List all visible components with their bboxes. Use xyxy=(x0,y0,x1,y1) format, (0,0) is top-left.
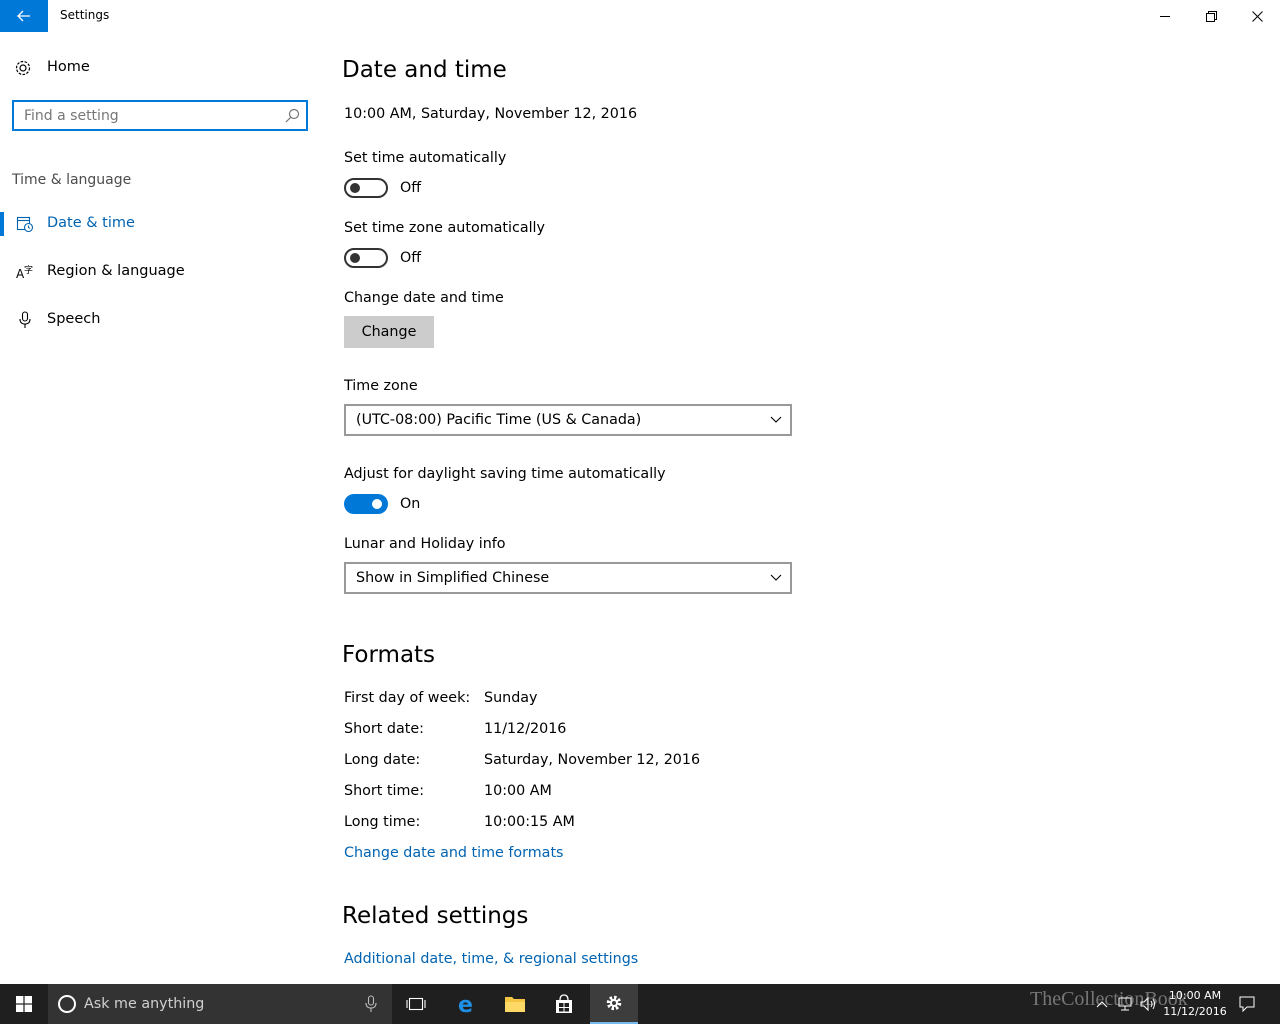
action-center-button[interactable] xyxy=(1234,984,1260,1024)
format-value: 10:00:15 AM xyxy=(484,814,575,830)
start-button[interactable] xyxy=(0,984,48,1024)
set-timezone-auto-state: Off xyxy=(400,250,422,266)
section-label: Time & language xyxy=(12,172,132,188)
settings-taskbar-button[interactable] xyxy=(590,984,638,1024)
toggle-knob xyxy=(350,253,360,263)
format-value: 10:00 AM xyxy=(484,783,552,799)
language-icon: A字 xyxy=(16,264,33,281)
chevron-down-icon xyxy=(770,416,782,423)
toggle-knob xyxy=(372,499,382,509)
clock-time: 10:00 AM xyxy=(1168,989,1222,1002)
cortana-icon xyxy=(58,995,76,1013)
time-zone-dropdown[interactable]: (UTC-08:00) Pacific Time (US & Canada) xyxy=(344,404,792,436)
search-input[interactable] xyxy=(24,107,274,125)
format-label: Long time: xyxy=(344,814,421,830)
clock-date: 11/12/2016 xyxy=(1163,1005,1227,1018)
network-button[interactable] xyxy=(1114,984,1136,1024)
sidebar: Home Time & language Date & time A字 Regi… xyxy=(0,32,320,984)
chevron-down-icon xyxy=(770,574,782,581)
volume-icon xyxy=(1140,997,1155,1011)
store-icon xyxy=(556,994,572,1013)
sidebar-item-label: Speech xyxy=(47,311,101,327)
format-value: Saturday, November 12, 2016 xyxy=(484,752,701,768)
app-title: Settings xyxy=(60,8,110,22)
sidebar-item-label: Date & time xyxy=(47,215,135,231)
set-timezone-auto-toggle[interactable] xyxy=(344,248,388,268)
set-time-auto-label: Set time automatically xyxy=(344,150,507,166)
close-button[interactable] xyxy=(1234,0,1280,32)
task-view-button[interactable] xyxy=(392,984,440,1024)
daylight-saving-state: On xyxy=(400,496,421,512)
gear-icon xyxy=(606,995,622,1011)
time-zone-label: Time zone xyxy=(344,378,418,394)
taskbar-clock[interactable]: 10:00 AM 11/12/2016 xyxy=(1160,988,1230,1020)
set-time-auto-state: Off xyxy=(400,180,422,196)
sidebar-item-speech[interactable]: Speech xyxy=(0,300,320,340)
toggle-knob xyxy=(350,183,360,193)
back-button[interactable] xyxy=(0,0,48,32)
taskbar: Ask me anything e TheCollectionBook 10:0… xyxy=(0,984,1280,1024)
sidebar-item-region-language[interactable]: A字 Region & language xyxy=(0,252,320,292)
lunar-value: Show in Simplified Chinese xyxy=(356,570,550,586)
search-box[interactable] xyxy=(12,100,308,131)
show-hidden-icons-button[interactable] xyxy=(1092,984,1112,1024)
format-label: First day of week: xyxy=(344,690,471,706)
close-icon xyxy=(1251,10,1263,22)
file-explorer-button[interactable] xyxy=(491,984,539,1024)
network-icon xyxy=(1118,997,1132,1011)
calendar-clock-icon xyxy=(16,216,34,233)
store-button[interactable] xyxy=(540,984,588,1024)
volume-button[interactable] xyxy=(1138,984,1160,1024)
edge-browser-icon: e xyxy=(458,993,473,1015)
chevron-up-icon xyxy=(1096,1001,1108,1008)
folder-icon xyxy=(505,997,525,1012)
taskbar-search-placeholder: Ask me anything xyxy=(84,996,205,1012)
sidebar-item-home[interactable]: Home xyxy=(0,52,320,84)
current-datetime: 10:00 AM, Saturday, November 12, 2016 xyxy=(344,106,638,122)
microphone-icon xyxy=(19,311,31,328)
restore-icon xyxy=(1205,10,1217,22)
active-indicator xyxy=(0,212,4,236)
format-value: Sunday xyxy=(484,690,538,706)
set-time-auto-toggle[interactable] xyxy=(344,178,388,198)
sidebar-item-label: Home xyxy=(47,59,90,75)
minimize-button[interactable] xyxy=(1142,0,1188,32)
lunar-label: Lunar and Holiday info xyxy=(344,536,506,552)
minimize-icon xyxy=(1159,15,1170,17)
related-settings-heading: Related settings xyxy=(342,903,529,929)
format-label: Long date: xyxy=(344,752,421,768)
edge-button[interactable]: e xyxy=(443,984,491,1024)
daylight-saving-label: Adjust for daylight saving time automati… xyxy=(344,466,666,482)
format-label: Short date: xyxy=(344,721,424,737)
sidebar-item-date-time[interactable]: Date & time xyxy=(0,204,320,244)
format-label: Short time: xyxy=(344,783,425,799)
daylight-saving-toggle[interactable] xyxy=(344,494,388,514)
additional-settings-link[interactable]: Additional date, time, & regional settin… xyxy=(344,951,638,967)
formats-heading: Formats xyxy=(342,642,436,668)
svg-text:字: 字 xyxy=(24,264,33,276)
restore-button[interactable] xyxy=(1188,0,1234,32)
page-title: Date and time xyxy=(342,57,507,83)
task-view-icon xyxy=(406,997,426,1011)
back-arrow-icon xyxy=(17,10,30,22)
notification-icon xyxy=(1239,996,1255,1012)
taskbar-search[interactable]: Ask me anything xyxy=(48,984,392,1024)
microphone-icon[interactable] xyxy=(364,995,378,1013)
windows-logo-icon xyxy=(16,996,32,1012)
lunar-dropdown[interactable]: Show in Simplified Chinese xyxy=(344,562,792,594)
sidebar-item-label: Region & language xyxy=(47,263,185,279)
change-datetime-label: Change date and time xyxy=(344,290,504,306)
gear-icon xyxy=(15,60,31,76)
svg-text:e: e xyxy=(458,993,473,1015)
search-icon[interactable] xyxy=(285,108,300,123)
time-zone-value: (UTC-08:00) Pacific Time (US & Canada) xyxy=(356,412,642,428)
main-content: Date and time 10:00 AM, Saturday, Novemb… xyxy=(342,32,1242,984)
change-formats-link[interactable]: Change date and time formats xyxy=(344,845,564,861)
set-timezone-auto-label: Set time zone automatically xyxy=(344,220,545,236)
change-button[interactable]: Change xyxy=(344,316,434,348)
title-bar: Settings xyxy=(0,0,1280,32)
format-value: 11/12/2016 xyxy=(484,721,567,737)
